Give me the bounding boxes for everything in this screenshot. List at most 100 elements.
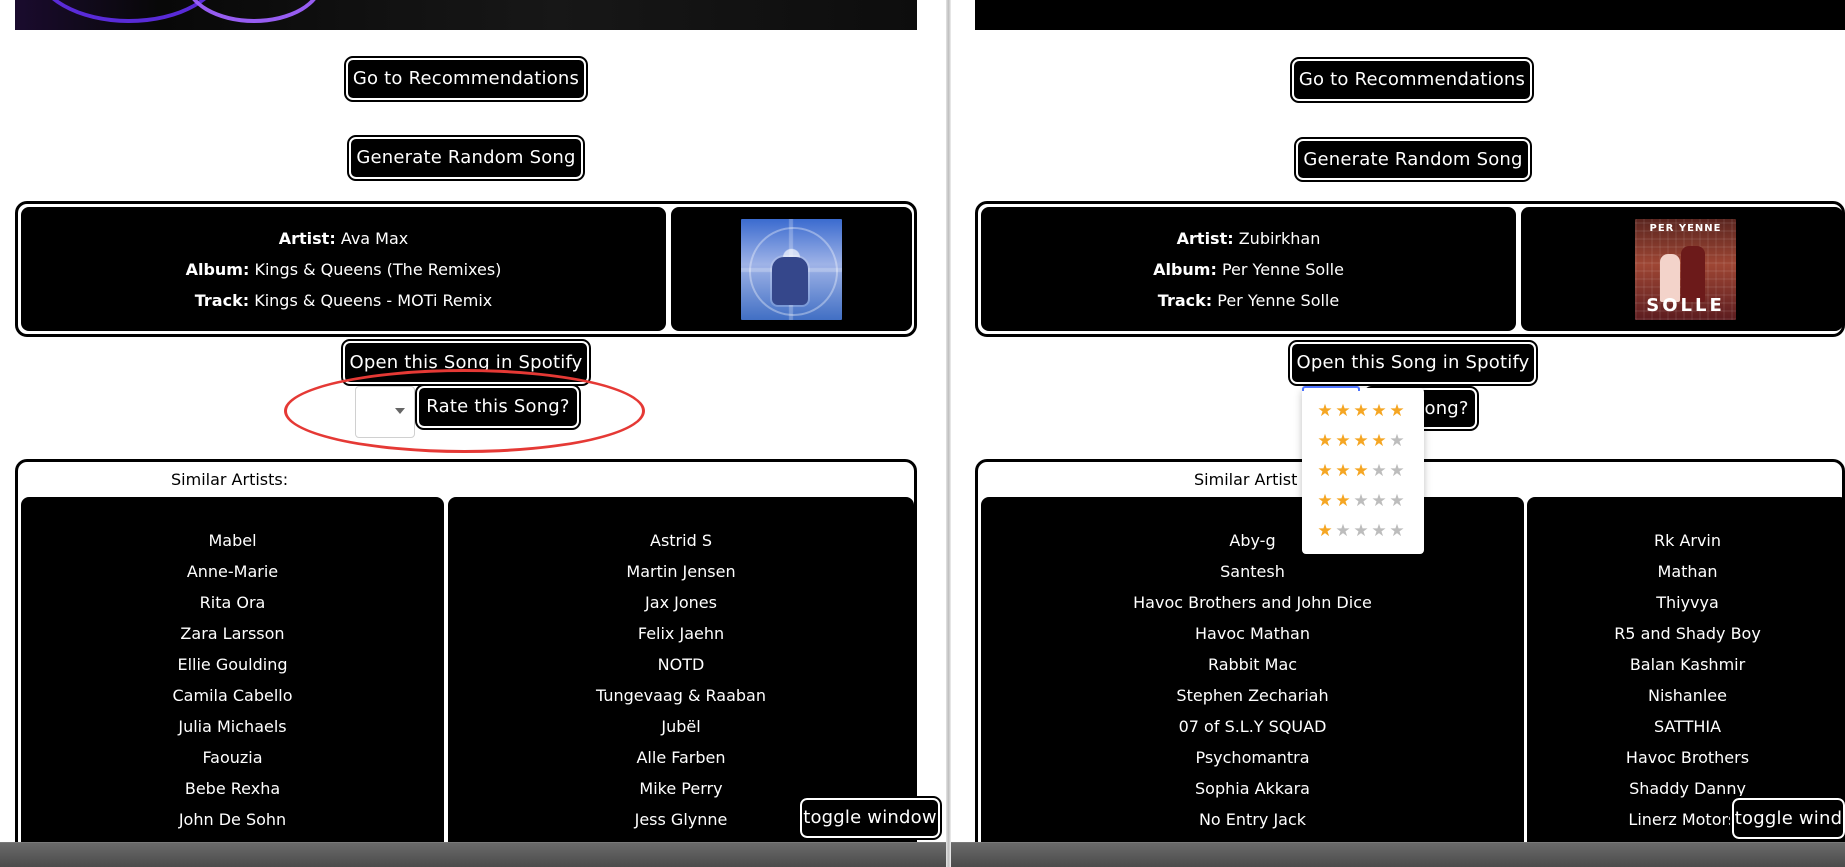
star-icon: ★ (1389, 430, 1405, 451)
rating-option-5-stars[interactable]: ★ ★ ★ ★ ★ (1316, 396, 1424, 426)
album-line: Album: Kings & Queens (The Remixes) (186, 254, 502, 285)
artist-list-item: Julia Michaels (178, 717, 287, 736)
artist-list-item: Psychomantra (1195, 748, 1310, 767)
open-song-in-spotify-button[interactable]: Open this Song in Spotify (341, 339, 591, 386)
toggle-window-button[interactable]: toggle window (798, 796, 942, 840)
artist-list-item: Bebe Rexha (184, 779, 281, 798)
star-icon: ★ (1353, 400, 1369, 421)
album-value: Kings & Queens (The Remixes) (254, 259, 502, 279)
artist-list-item: Nishanlee (1648, 686, 1727, 705)
artist-list-item: Havoc Mathan (1195, 624, 1310, 643)
screen: Go to Recommendations Generate Random So… (0, 0, 1845, 867)
rating-option-1-star[interactable]: ★ ★ ★ ★ ★ (1316, 516, 1424, 546)
rating-options-dropdown: ★ ★ ★ ★ ★ ★ ★ ★ ★ ★ ★ ★ ★ ★ ★ ★ ★ ★ ★ ★ … (1302, 386, 1424, 554)
go-to-recommendations-button[interactable]: Go to Recommendations (1290, 57, 1534, 103)
star-icon: ★ (1389, 460, 1405, 481)
artist-list-item: Sophia Akkara (1195, 779, 1310, 798)
star-icon: ★ (1317, 400, 1333, 421)
star-icon: ★ (1371, 430, 1387, 451)
star-icon: ★ (1389, 520, 1405, 541)
generate-random-song-button[interactable]: Generate Random Song (347, 135, 585, 181)
artist-list-item: Faouzia (202, 748, 263, 767)
artist-list-item: Martin Jensen (626, 562, 736, 581)
album-art-box (671, 207, 912, 331)
artist-list-item: Alle Farben (636, 748, 726, 767)
artist-list-item: Havoc Brothers (1625, 748, 1750, 767)
track-label: Track: (1157, 290, 1213, 310)
artist-value: Zubirkhan (1238, 228, 1321, 248)
album-label: Album: (185, 259, 250, 279)
album-cover-image: PER YENNE SOLLE (1635, 218, 1736, 320)
star-icon: ★ (1335, 490, 1351, 511)
similar-artists-column-a: Mabel Anne-Marie Rita Ora Zara Larsson E… (21, 497, 444, 864)
rating-controls: Rate this Song? (355, 384, 581, 438)
artist-list-item: Astrid S (650, 531, 712, 550)
cover-figure (1681, 245, 1705, 302)
track-line: Track: Per Yenne Solle (1158, 285, 1339, 316)
rating-option-2-stars[interactable]: ★ ★ ★ ★ ★ (1316, 486, 1424, 516)
artist-list-item: Thiyvya (1656, 593, 1719, 612)
artist-list-item: Rabbit Mac (1207, 655, 1298, 674)
artist-list-item: Tungevaag & Raaban (596, 686, 766, 705)
rating-select[interactable] (355, 386, 415, 438)
bottom-taskbar (951, 842, 1845, 867)
artist-list-item: 07 of S.L.Y SQUAD (1178, 717, 1327, 736)
artist-label: Artist: (1176, 228, 1234, 248)
track-line: Track: Kings & Queens - MOTi Remix (195, 285, 492, 316)
star-icon: ★ (1335, 400, 1351, 421)
go-to-recommendations-button[interactable]: Go to Recommendations (344, 56, 588, 102)
star-icon: ★ (1353, 460, 1369, 481)
artist-list-item: Jubël (661, 717, 701, 736)
artist-line: Artist: Ava Max (279, 223, 409, 254)
similar-artists-column-a: Aby-g Santesh Havoc Brothers and John Di… (981, 497, 1524, 864)
star-icon: ★ (1353, 430, 1369, 451)
song-details-container: Artist: Ava Max Album: Kings & Queens (T… (15, 201, 917, 337)
artist-list-item: SATTHIA (1653, 717, 1722, 736)
star-icon: ★ (1317, 430, 1333, 451)
star-icon: ★ (1353, 490, 1369, 511)
left-app-window: Go to Recommendations Generate Random So… (0, 0, 946, 867)
star-icon: ★ (1317, 460, 1333, 481)
artist-list-item: Ellie Goulding (177, 655, 288, 674)
star-icon: ★ (1335, 430, 1351, 451)
rating-option-4-stars[interactable]: ★ ★ ★ ★ ★ (1316, 426, 1424, 456)
similar-artists-title-partial: Similar Artist (1194, 470, 1298, 489)
album-label: Album: (1153, 259, 1217, 279)
track-value: Kings & Queens - MOTi Remix (254, 290, 493, 310)
toggle-window-button-partial[interactable]: toggle wind (1730, 796, 1845, 841)
artist-list-item: Rk Arvin (1653, 531, 1722, 550)
album-line: Album: Per Yenne Solle (1153, 254, 1344, 285)
chevron-down-icon (395, 408, 405, 414)
song-info-box: Artist: Ava Max Album: Kings & Queens (T… (21, 207, 666, 331)
artist-list-item: Santesh (1220, 562, 1285, 581)
artist-list-item: Rita Ora (199, 593, 266, 612)
album-value: Per Yenne Solle (1221, 259, 1344, 279)
artist-list-item: Felix Jaehn (637, 624, 725, 643)
star-icon: ★ (1371, 400, 1387, 421)
artist-label: Artist: (278, 228, 336, 248)
artist-list-item: Zara Larsson (180, 624, 285, 643)
artist-list-item: Mabel (208, 531, 257, 550)
artist-list-item: Havoc Brothers and John Dice (1133, 593, 1372, 612)
star-icon: ★ (1317, 520, 1333, 541)
artist-list-item: Balan Kashmir (1629, 655, 1746, 674)
top-banner-image (15, 0, 917, 30)
rating-option-3-stars[interactable]: ★ ★ ★ ★ ★ (1316, 456, 1424, 486)
star-icon: ★ (1317, 490, 1333, 511)
bottom-taskbar (0, 842, 946, 867)
cover-top-text: PER YENNE (1649, 222, 1722, 234)
generate-random-song-button[interactable]: Generate Random Song (1294, 137, 1532, 182)
track-label: Track: (194, 290, 250, 310)
open-song-in-spotify-button[interactable]: Open this Song in Spotify (1288, 340, 1538, 386)
star-icon: ★ (1371, 490, 1387, 511)
artist-list-item: NOTD (657, 655, 705, 674)
rate-this-song-button[interactable]: Rate this Song? (415, 384, 581, 430)
similar-artists-title: Similar Artists: (171, 470, 289, 489)
star-icon: ★ (1389, 400, 1405, 421)
artist-list-item: Stephen Zechariah (1176, 686, 1329, 705)
artist-line: Artist: Zubirkhan (1177, 223, 1321, 254)
right-app-window: Go to Recommendations Generate Random So… (951, 0, 1845, 867)
star-icon: ★ (1335, 520, 1351, 541)
star-icon: ★ (1353, 520, 1369, 541)
artist-list-item: Aby-g (1229, 531, 1276, 550)
